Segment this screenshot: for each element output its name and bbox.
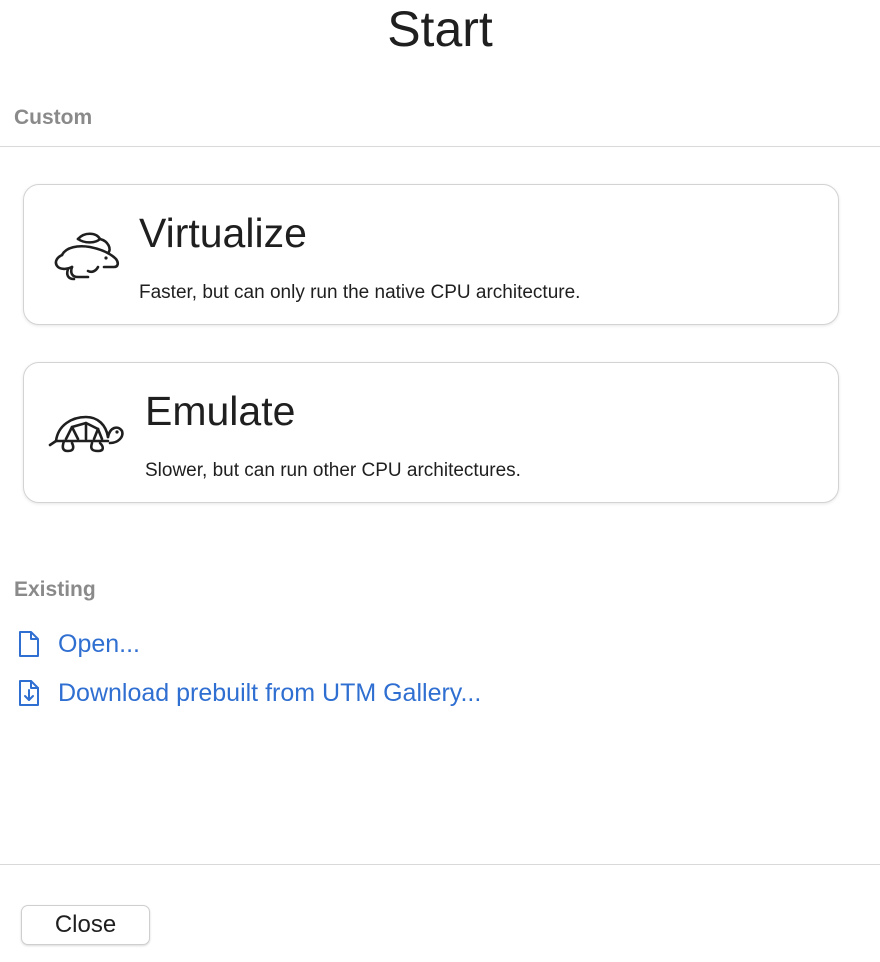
emulate-option-card[interactable]: Emulate Slower, but can run other CPU ar…: [23, 362, 839, 503]
tortoise-icon: [48, 415, 124, 453]
virtualize-option-card[interactable]: Virtualize Faster, but can only run the …: [23, 184, 839, 325]
footer-divider: [0, 864, 880, 865]
open-link-label[interactable]: Open...: [58, 630, 140, 659]
section-label-custom: Custom: [14, 106, 93, 129]
document-icon: [19, 631, 39, 657]
hare-icon: [54, 232, 120, 281]
virtualize-description: Faster, but can only run the native CPU …: [139, 282, 581, 303]
window-title: Start: [387, 1, 493, 57]
close-button[interactable]: Close: [21, 905, 150, 945]
download-gallery-label[interactable]: Download prebuilt from UTM Gallery...: [58, 679, 481, 708]
virtualize-title: Virtualize: [139, 210, 307, 256]
open-link[interactable]: Open...: [16, 627, 140, 661]
section-label-existing: Existing: [14, 578, 96, 601]
section-divider: [0, 146, 880, 147]
emulate-description: Slower, but can run other CPU architectu…: [145, 460, 521, 481]
document-download-icon: [19, 680, 39, 706]
emulate-title: Emulate: [145, 388, 296, 434]
download-gallery-link[interactable]: Download prebuilt from UTM Gallery...: [16, 676, 481, 710]
